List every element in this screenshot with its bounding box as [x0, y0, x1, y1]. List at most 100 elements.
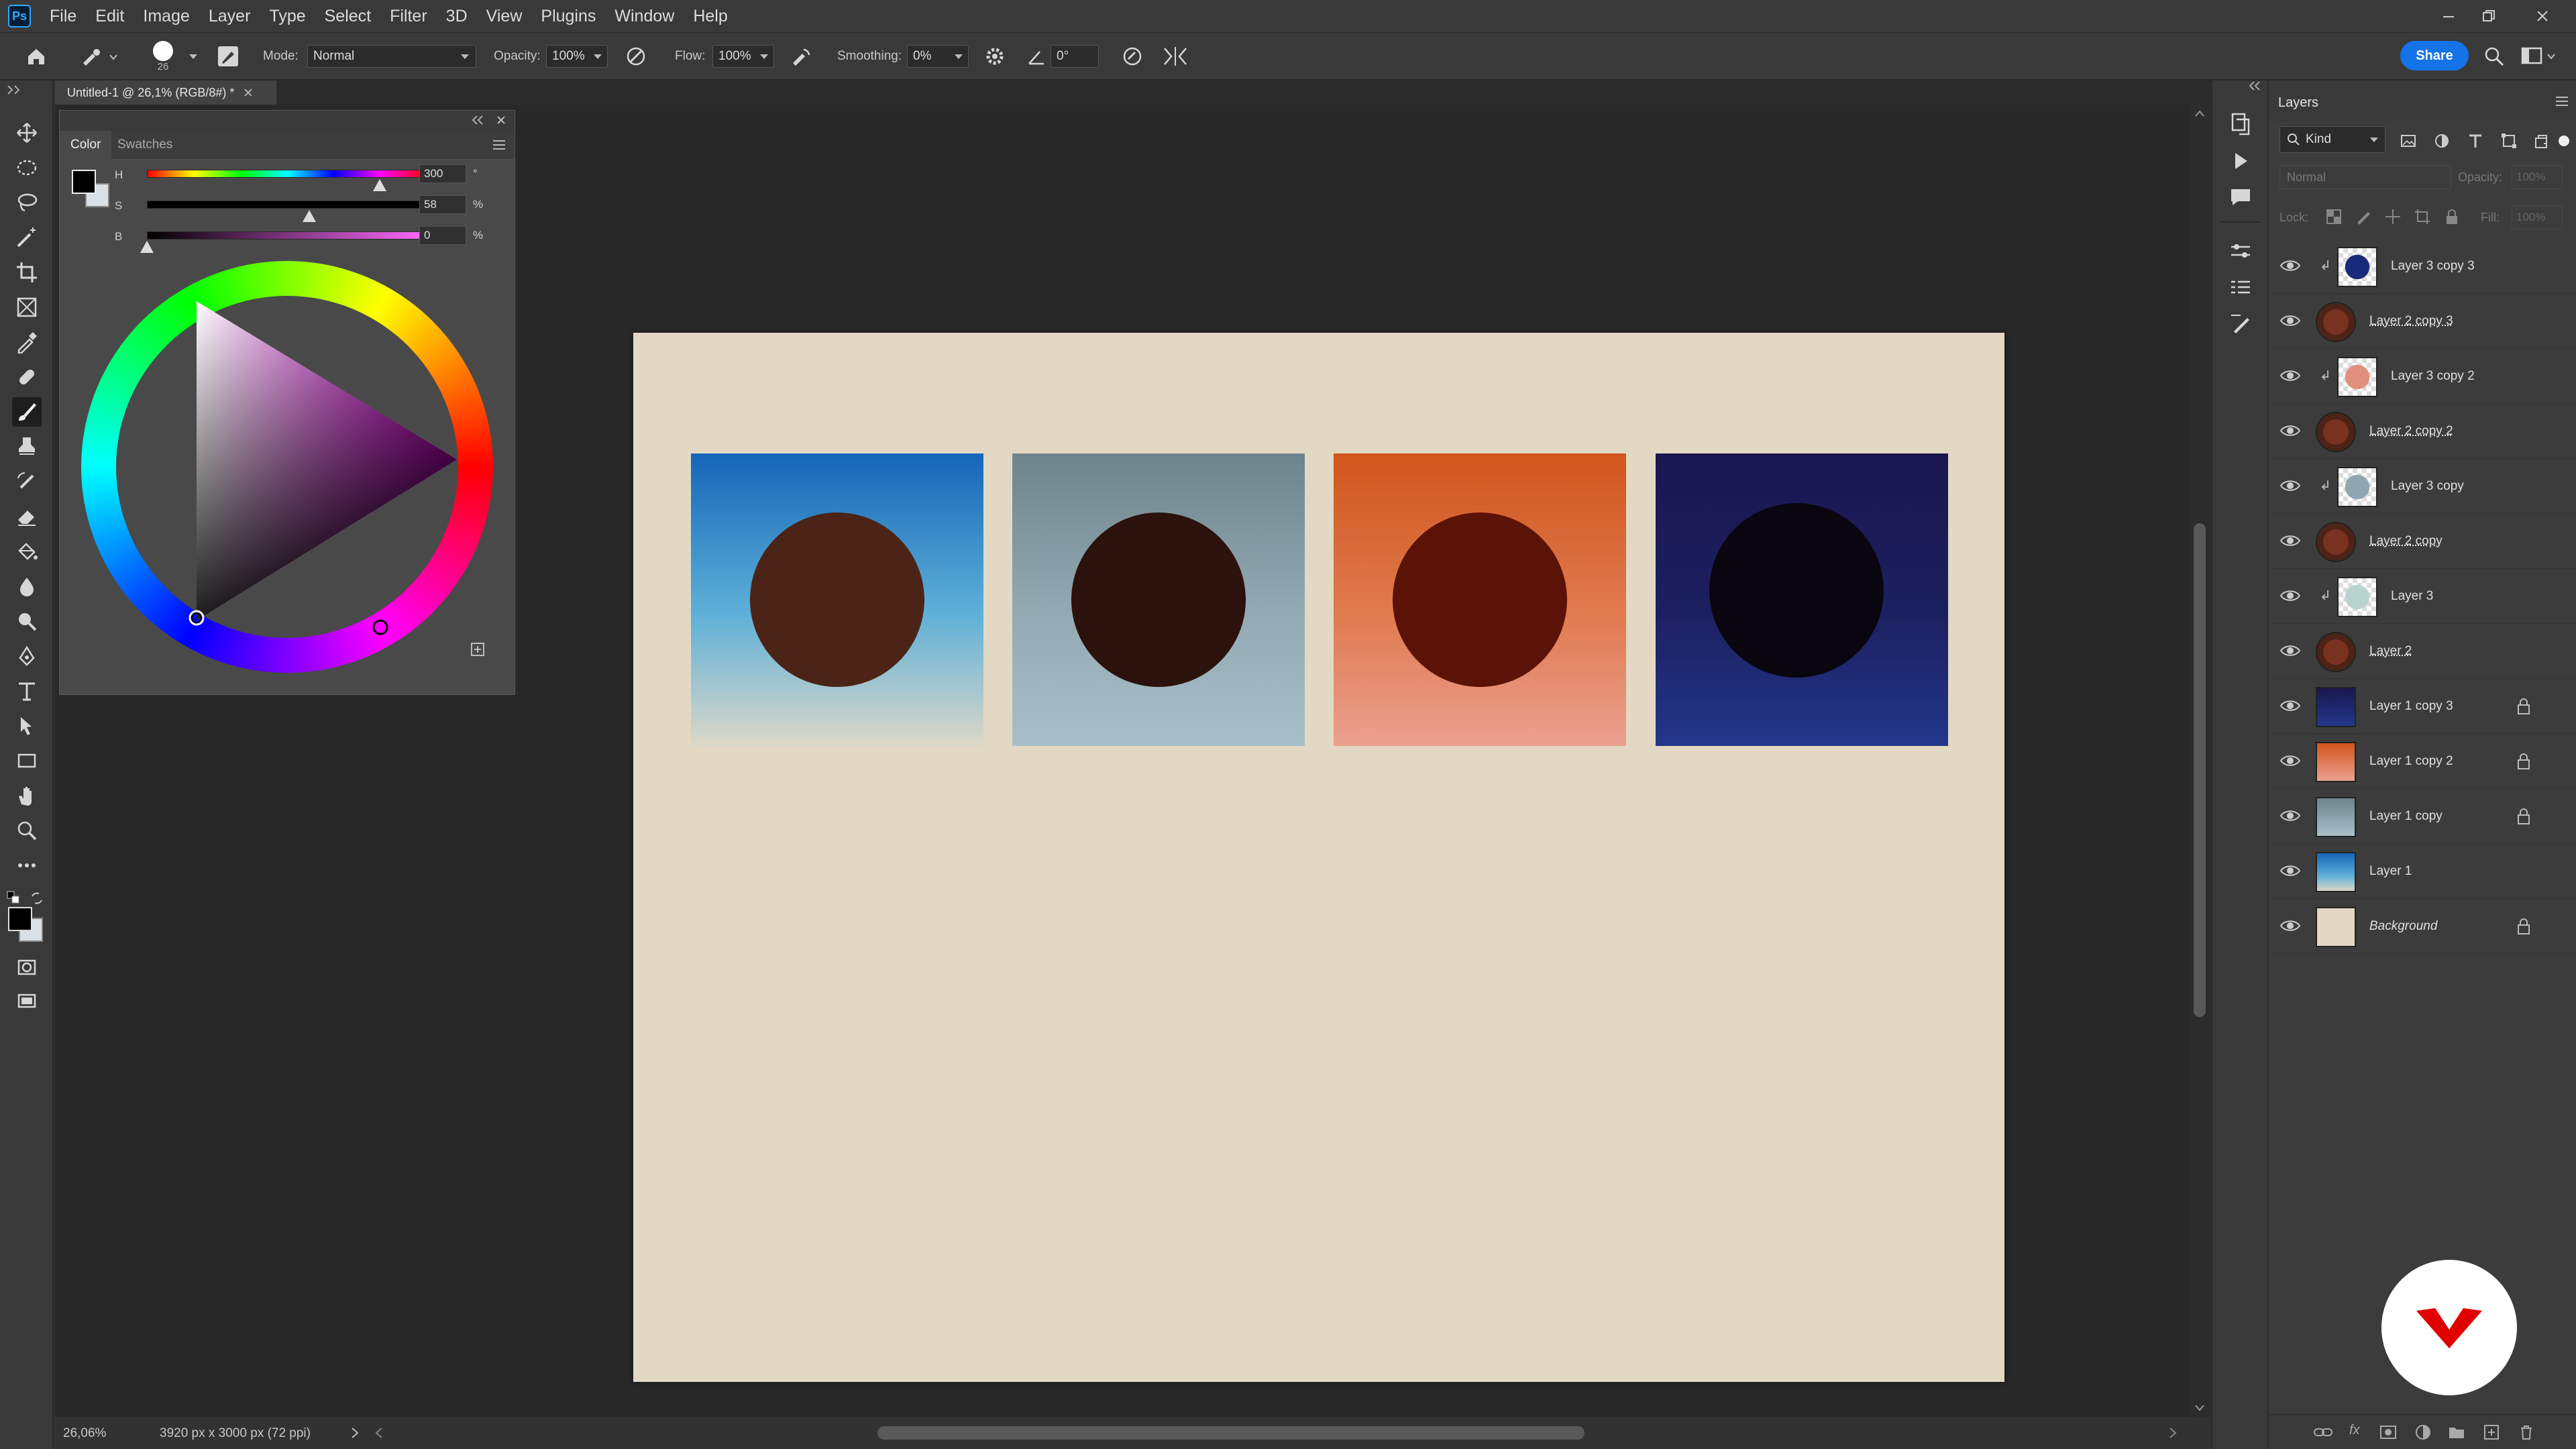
visibility-eye-icon[interactable]: [2279, 916, 2301, 935]
visibility-eye-icon[interactable]: [2279, 531, 2301, 550]
layer-name[interactable]: Layer 3: [2391, 569, 2433, 624]
screen-mode-icon[interactable]: [12, 987, 42, 1017]
brush-settings-panel-icon[interactable]: [2227, 311, 2254, 338]
visibility-eye-icon[interactable]: [2279, 476, 2301, 495]
menu-edit[interactable]: Edit: [86, 0, 133, 32]
saturation-brightness-triangle[interactable]: [81, 261, 493, 673]
menu-plugins[interactable]: Plugins: [531, 0, 605, 32]
visibility-eye-icon[interactable]: [2279, 421, 2301, 440]
menu-3d[interactable]: 3D: [437, 0, 477, 32]
new-adjustment-layer-icon[interactable]: [2414, 1423, 2432, 1442]
delete-layer-icon[interactable]: [2517, 1423, 2536, 1442]
tile-blue[interactable]: [691, 453, 983, 746]
minimize-icon[interactable]: [2428, 0, 2469, 32]
lock-transparent-icon[interactable]: [2325, 208, 2343, 225]
layer-row[interactable]: Layer 1 copy 3: [2269, 679, 2576, 734]
layer-row[interactable]: Layer 1 copy: [2269, 789, 2576, 844]
brush-tool-icon[interactable]: [12, 397, 42, 427]
hand-tool-icon[interactable]: [12, 781, 42, 810]
blur-tool-icon[interactable]: [12, 572, 42, 601]
hue-slider-thumb[interactable]: [372, 179, 386, 191]
tab-swatches[interactable]: Swatches: [107, 131, 183, 159]
layer-lock-icon[interactable]: [2516, 916, 2532, 936]
layer-row[interactable]: Layer 1 copy 2: [2269, 734, 2576, 789]
history-brush-tool-icon[interactable]: [12, 467, 42, 496]
eyedropper-tool-icon[interactable]: [12, 327, 42, 357]
layer-row[interactable]: Background: [2269, 899, 2576, 954]
visibility-eye-icon[interactable]: [2279, 751, 2301, 770]
add-mask-icon[interactable]: [2379, 1423, 2398, 1442]
home-icon[interactable]: [23, 33, 50, 80]
filter-smart-object-icon[interactable]: [2532, 131, 2551, 150]
tile-navy[interactable]: [1656, 453, 1948, 746]
layer-name[interactable]: Layer 2 copy 3: [2369, 294, 2453, 349]
brightness-slider-thumb[interactable]: [140, 241, 154, 253]
properties-panel-icon[interactable]: [2227, 275, 2254, 302]
quick-mask-icon[interactable]: [12, 953, 42, 982]
path-selection-tool-icon[interactable]: [12, 711, 42, 741]
dock-collapse-icon[interactable]: [2247, 80, 2261, 91]
brightness-input[interactable]: 0: [419, 226, 466, 245]
document-tab[interactable]: Untitled-1 @ 26,1% (RGB/8#) *: [55, 80, 276, 105]
smoothing-options-gear-icon[interactable]: [983, 33, 1006, 80]
visibility-eye-icon[interactable]: [2279, 696, 2301, 715]
menu-filter[interactable]: Filter: [380, 0, 437, 32]
lock-artboard-icon[interactable]: [2414, 208, 2431, 225]
brush-size-caret[interactable]: [189, 33, 197, 80]
airbrush-icon[interactable]: [789, 33, 813, 80]
color-swatch-pair[interactable]: [72, 170, 112, 210]
layer-name[interactable]: Background: [2369, 899, 2437, 954]
tools-collapse-icon[interactable]: [5, 83, 24, 97]
foreground-color-swatch[interactable]: [8, 907, 32, 931]
more-tools-icon[interactable]: [12, 851, 42, 880]
menu-image[interactable]: Image: [133, 0, 199, 32]
menu-file[interactable]: File: [40, 0, 86, 32]
brush-tool-preset-icon[interactable]: [79, 33, 119, 80]
layers-panel-title[interactable]: Layers: [2278, 95, 2318, 111]
layer-name[interactable]: Layer 2 copy: [2369, 514, 2443, 569]
menu-window[interactable]: Window: [605, 0, 684, 32]
status-menu-icon[interactable]: [350, 1426, 360, 1440]
close-tab-icon[interactable]: [244, 88, 253, 97]
lasso-tool-icon[interactable]: [12, 188, 42, 217]
layer-row[interactable]: Layer 2 copy 2: [2269, 404, 2576, 459]
filter-shape-icon[interactable]: [2500, 131, 2518, 150]
move-tool-icon[interactable]: [12, 118, 42, 148]
link-layers-icon[interactable]: [2313, 1423, 2333, 1442]
pressure-size-icon[interactable]: [1120, 33, 1144, 80]
color-wheel[interactable]: [81, 261, 493, 673]
workspace-switcher-icon[interactable]: [2520, 33, 2560, 80]
tab-color[interactable]: Color: [60, 131, 112, 159]
share-button[interactable]: Share: [2400, 41, 2469, 70]
visibility-eye-icon[interactable]: [2279, 806, 2301, 825]
layer-name[interactable]: Layer 3 copy 2: [2391, 349, 2475, 404]
horizontal-scrollbar-thumb[interactable]: [877, 1426, 1585, 1440]
opacity-field[interactable]: 100%: [546, 45, 608, 68]
vertical-scrollbar[interactable]: [2190, 105, 2210, 1417]
hue-slider[interactable]: [147, 170, 427, 178]
lock-pixels-icon[interactable]: [2355, 208, 2372, 225]
new-layer-icon[interactable]: [2482, 1423, 2501, 1442]
visibility-eye-icon[interactable]: [2279, 256, 2301, 275]
layer-opacity-field[interactable]: 100%: [2512, 165, 2563, 189]
pressure-opacity-icon[interactable]: [624, 33, 648, 80]
flow-field[interactable]: 100%: [712, 45, 774, 68]
document-canvas[interactable]: [633, 333, 2004, 1382]
frame-tool-icon[interactable]: [12, 292, 42, 322]
zoom-tool-icon[interactable]: [12, 816, 42, 845]
layer-filter-select[interactable]: Kind: [2279, 126, 2385, 153]
panel-menu-icon[interactable]: [492, 139, 506, 151]
collapse-panel-icon[interactable]: [470, 115, 484, 125]
actions-panel-icon[interactable]: [2227, 148, 2254, 174]
zoom-level[interactable]: 26,06%: [63, 1426, 106, 1441]
hue-input[interactable]: 300: [419, 164, 466, 183]
layer-lock-icon[interactable]: [2516, 751, 2532, 771]
menu-select[interactable]: Select: [315, 0, 380, 32]
paint-bucket-tool-icon[interactable]: [12, 537, 42, 566]
close-icon[interactable]: [2522, 0, 2563, 32]
visibility-eye-icon[interactable]: [2279, 586, 2301, 605]
layer-style-fx-icon[interactable]: fx: [2349, 1423, 2360, 1438]
saturation-slider-thumb[interactable]: [303, 210, 317, 222]
eraser-tool-icon[interactable]: [12, 502, 42, 531]
symmetry-icon[interactable]: [1162, 33, 1189, 80]
